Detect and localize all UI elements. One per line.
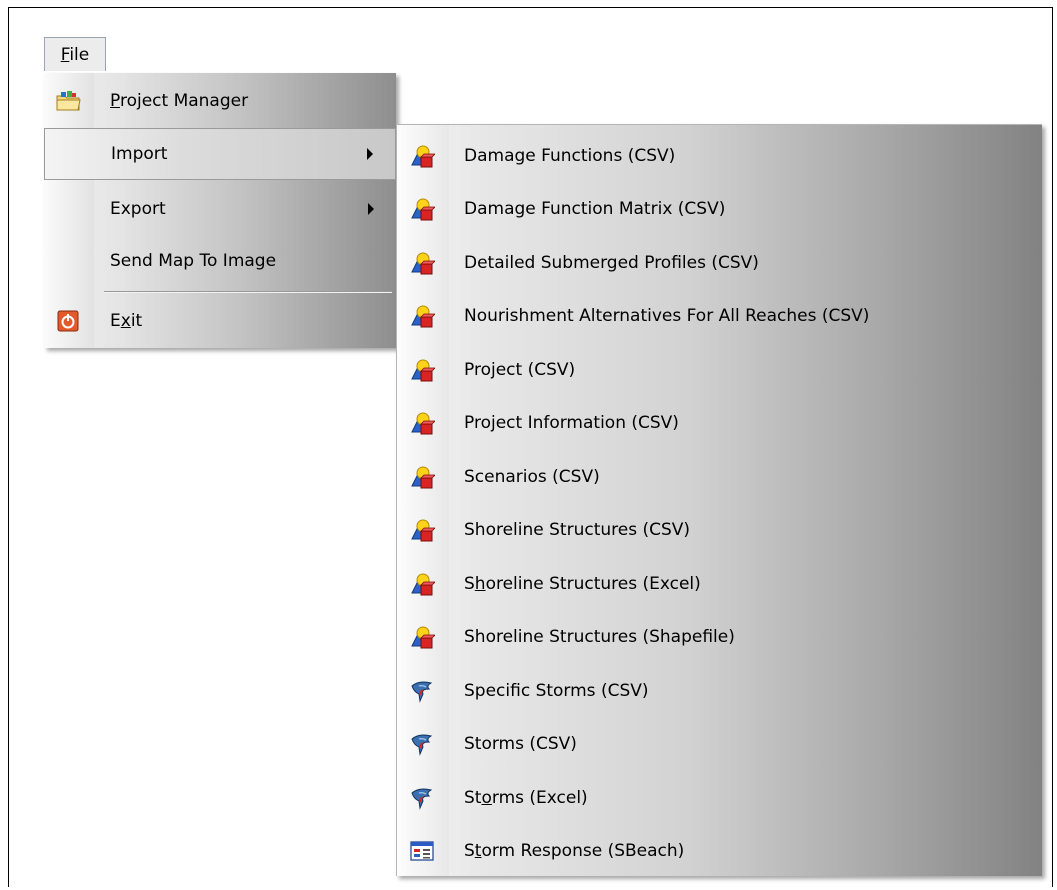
submenu-item-storms-excel[interactable]: Storms (Excel) xyxy=(397,771,1043,825)
submenu-item-storm-response-sbeach[interactable]: Storm Response (SBeach) xyxy=(397,825,1043,879)
file-dropdown-menu: Project Manager Import Export Send Map T… xyxy=(44,73,396,348)
submenu-item-label: Project Information (CSV) xyxy=(464,413,679,434)
file-menu-button[interactable]: File xyxy=(44,37,106,71)
submenu-item-scenarios-csv[interactable]: Scenarios (CSV) xyxy=(397,450,1043,504)
submenu-item-shoreline-structures-shapefile[interactable]: Shoreline Structures (Shapefile) xyxy=(397,611,1043,665)
shapes-icon xyxy=(409,517,435,543)
shapes-icon xyxy=(409,571,435,597)
submenu-item-label: Storm Response (SBeach) xyxy=(464,841,685,862)
submenu-item-label: Damage Function Matrix (CSV) xyxy=(464,199,726,220)
menu-item-label: Send Map To Image xyxy=(110,251,277,271)
submenu-item-damage-function-matrix-csv[interactable]: Damage Function Matrix (CSV) xyxy=(397,183,1043,237)
shapes-icon xyxy=(409,464,435,490)
folder-open-icon xyxy=(55,88,81,114)
menu-separator xyxy=(104,291,392,293)
shapes-icon xyxy=(409,410,435,436)
shapes-icon xyxy=(409,303,435,329)
submenu-item-project-csv[interactable]: Project (CSV) xyxy=(397,343,1043,397)
submenu-item-label: Damage Functions (CSV) xyxy=(464,145,676,166)
menu-item-label: Import xyxy=(111,144,168,164)
shapes-icon xyxy=(409,250,435,276)
submenu-item-nourishment-alternatives-csv[interactable]: Nourishment Alternatives For All Reaches… xyxy=(397,290,1043,344)
submenu-arrow-icon xyxy=(367,148,373,160)
storm-icon xyxy=(409,731,435,757)
import-submenu: Damage Functions (CSV) Damage Function M… xyxy=(396,124,1042,876)
menu-item-send-map-to-image[interactable]: Send Map To Image xyxy=(44,235,396,287)
submenu-item-specific-storms-csv[interactable]: Specific Storms (CSV) xyxy=(397,664,1043,718)
menu-item-export[interactable]: Export xyxy=(44,183,396,235)
submenu-item-label: Shoreline Structures (Excel) xyxy=(464,573,701,594)
exit-power-icon xyxy=(55,308,81,334)
menu-item-label: Export xyxy=(110,199,166,219)
file-menu-label: File xyxy=(60,44,90,65)
shapes-icon xyxy=(409,624,435,650)
submenu-item-label: Specific Storms (CSV) xyxy=(464,680,649,701)
submenu-item-label: Storms (Excel) xyxy=(464,787,588,808)
shapes-icon xyxy=(409,196,435,222)
submenu-item-label: Storms (CSV) xyxy=(464,734,577,755)
storm-icon xyxy=(409,678,435,704)
submenu-item-detailed-submerged-profiles-csv[interactable]: Detailed Submerged Profiles (CSV) xyxy=(397,236,1043,290)
shapes-icon xyxy=(409,357,435,383)
submenu-item-shoreline-structures-excel[interactable]: Shoreline Structures (Excel) xyxy=(397,557,1043,611)
submenu-item-label: Detailed Submerged Profiles (CSV) xyxy=(464,252,759,273)
menu-item-project-manager[interactable]: Project Manager xyxy=(44,75,396,127)
menu-item-exit[interactable]: Exit xyxy=(44,295,396,347)
menu-item-label: Project Manager xyxy=(110,91,249,111)
submenu-item-label: Shoreline Structures (CSV) xyxy=(464,520,691,541)
submenu-item-project-information-csv[interactable]: Project Information (CSV) xyxy=(397,397,1043,451)
submenu-item-shoreline-structures-csv[interactable]: Shoreline Structures (CSV) xyxy=(397,504,1043,558)
submenu-arrow-icon xyxy=(368,203,374,215)
submenu-item-label: Scenarios (CSV) xyxy=(464,466,600,487)
submenu-item-damage-functions-csv[interactable]: Damage Functions (CSV) xyxy=(397,129,1043,183)
submenu-item-label: Shoreline Structures (Shapefile) xyxy=(464,627,735,648)
submenu-item-label: Nourishment Alternatives For All Reaches… xyxy=(464,306,870,327)
menu-item-label: Exit xyxy=(110,311,143,331)
shapes-icon xyxy=(409,143,435,169)
submenu-item-storms-csv[interactable]: Storms (CSV) xyxy=(397,718,1043,772)
window-grid-icon xyxy=(409,838,435,864)
storm-icon xyxy=(409,785,435,811)
menu-item-import[interactable]: Import xyxy=(44,128,396,180)
submenu-item-label: Project (CSV) xyxy=(464,359,576,380)
